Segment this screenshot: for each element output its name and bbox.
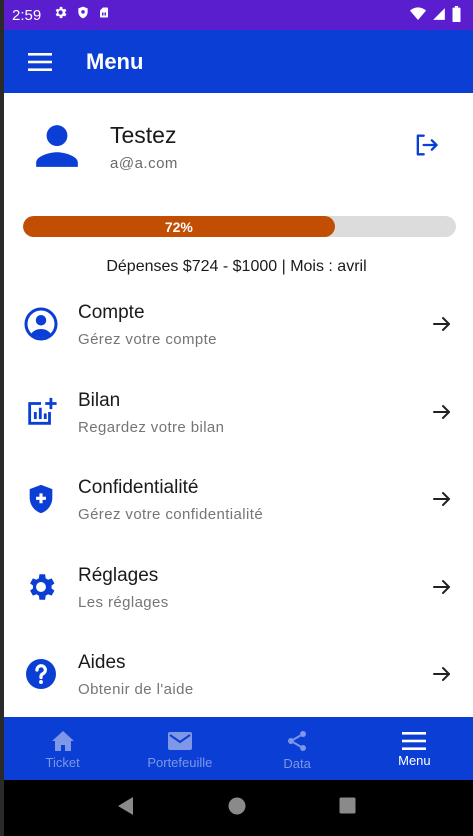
menu-item-title: Bilan <box>78 389 121 411</box>
menu-item-subtitle: Obtenir de l'aide <box>78 681 194 698</box>
menu-item-reglages[interactable]: Réglages Les réglages <box>4 548 473 636</box>
profile-name: Testez <box>110 122 177 148</box>
menu-item-title: Aides <box>78 652 126 673</box>
menu-item-subtitle: Gérez votre compte <box>78 331 217 348</box>
battery-icon <box>452 6 461 27</box>
recents-square-icon <box>339 797 356 814</box>
menu-item-bilan[interactable]: Bilan Regardez votre bilan <box>4 373 473 461</box>
signal-icon <box>432 6 446 27</box>
menu-item-title: Confidentialité <box>78 477 199 498</box>
budget-progress-bar: 72% <box>23 216 456 237</box>
nav-item-portefeuille[interactable]: Portefeuille <box>121 717 238 780</box>
logout-icon <box>416 134 438 156</box>
home-circle-icon <box>228 797 246 814</box>
nav-label: Ticket <box>45 754 80 770</box>
back-triangle-icon <box>117 796 133 815</box>
shield-status-icon <box>76 5 90 25</box>
status-time: 2:59 <box>12 6 42 24</box>
logout-button[interactable] <box>412 131 440 164</box>
app-bar: Menu <box>4 30 473 93</box>
hamburger-menu-button[interactable] <box>12 34 68 90</box>
menu-item-confidentialite[interactable]: Confidentialité Gérez votre confidential… <box>4 460 473 548</box>
recents-button[interactable] <box>339 797 356 819</box>
nav-item-data[interactable]: Data <box>239 717 356 780</box>
menu-item-aides[interactable]: Aides Obtenir de l'aide <box>4 635 473 723</box>
page-title: Menu <box>86 48 144 74</box>
arrow-right-icon <box>430 400 454 429</box>
status-bar: 2:59 <box>0 0 473 30</box>
menu-item-subtitle: Gérez votre confidentialité <box>78 506 264 523</box>
settings-status-icon <box>53 5 68 25</box>
system-navigation-bar <box>0 780 473 836</box>
profile-email: a@a.com <box>110 155 178 172</box>
nav-item-ticket[interactable]: Ticket <box>4 717 121 780</box>
hamburger-icon <box>28 52 52 71</box>
arrow-right-icon <box>430 662 454 691</box>
mail-icon <box>167 731 192 750</box>
bottom-navigation: Ticket Portefeuille Data Menu <box>4 717 473 780</box>
nav-label: Menu <box>398 752 431 768</box>
menu-item-title: Réglages <box>78 564 159 586</box>
account-circle-icon <box>22 305 60 343</box>
analytics-add-icon <box>22 393 60 431</box>
arrow-right-icon <box>430 575 454 604</box>
menu-item-subtitle: Les réglages <box>78 593 169 611</box>
help-icon <box>22 655 60 693</box>
shield-plus-icon <box>22 480 60 518</box>
app-screen: 2:59 Menu Testez a@a.com 72% Dépenses $7… <box>0 0 473 836</box>
screen-edge <box>0 0 4 836</box>
sim-status-icon <box>98 5 110 25</box>
menu-item-subtitle: Regardez votre bilan <box>78 418 225 436</box>
home-button[interactable] <box>228 797 246 820</box>
back-button[interactable] <box>117 796 135 821</box>
menu-icon <box>402 731 427 750</box>
avatar <box>32 121 82 176</box>
profile-header: Testez a@a.com <box>4 93 473 203</box>
arrow-right-icon <box>430 487 454 516</box>
menu-item-title: Compte <box>78 302 145 323</box>
wifi-icon <box>410 6 426 27</box>
person-icon <box>36 125 78 167</box>
budget-progress-fill: 72% <box>23 216 335 237</box>
gear-icon <box>22 568 60 606</box>
home-icon <box>51 730 74 751</box>
arrow-right-icon <box>430 312 454 341</box>
menu-item-compte[interactable]: Compte Gérez votre compte <box>4 285 473 373</box>
nav-item-menu[interactable]: Menu <box>356 717 473 780</box>
menu-list: Compte Gérez votre compte Bilan Regardez… <box>4 285 473 723</box>
budget-progress-label: 72% <box>164 218 193 235</box>
nav-label: Portefeuille <box>147 754 213 770</box>
spend-summary: Dépenses $724 - $1000 | Mois : avril <box>106 258 367 275</box>
nav-label: Data <box>283 755 311 771</box>
share-icon <box>288 730 307 751</box>
